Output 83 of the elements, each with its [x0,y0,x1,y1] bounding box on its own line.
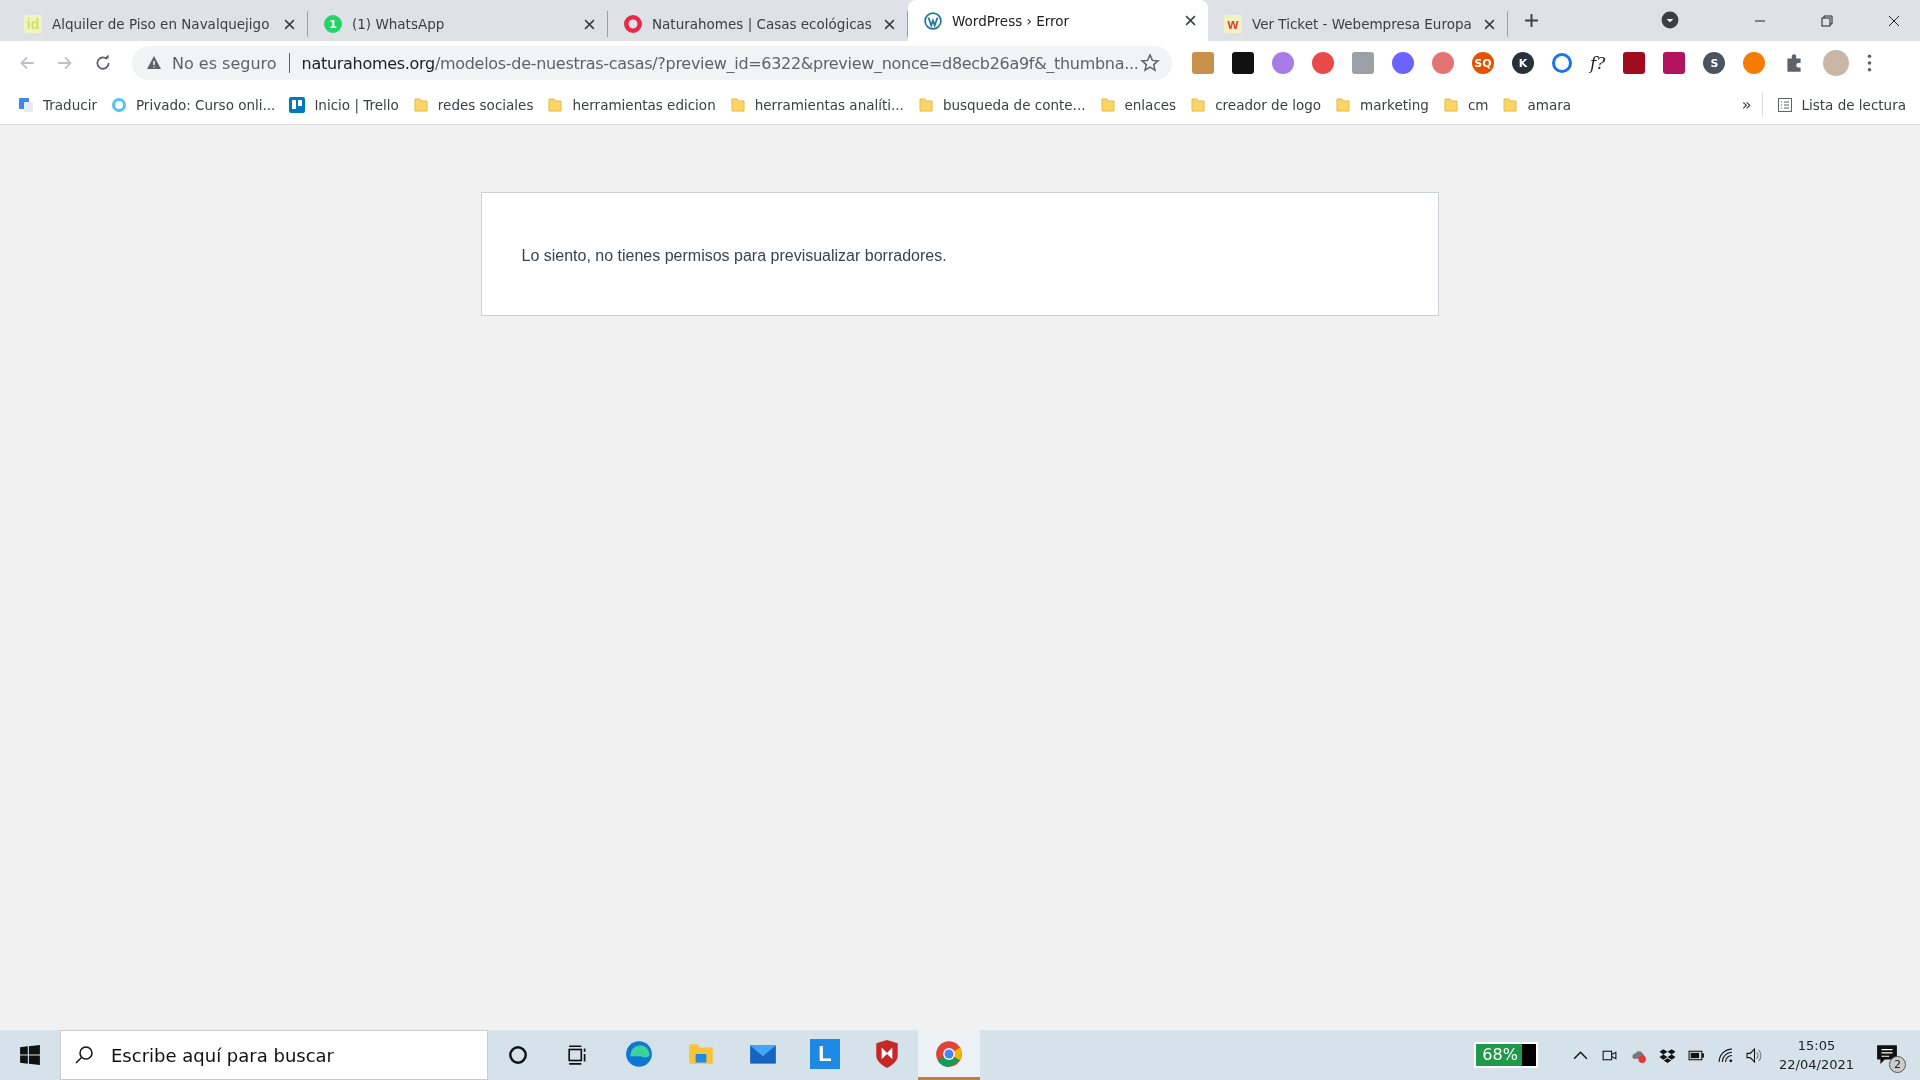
tab-title: Alquiler de Piso en Navalquejigo [52,16,271,32]
browser-icon [934,1038,964,1069]
extension-icon[interactable] [1312,52,1334,74]
extension-icon[interactable] [1232,52,1254,74]
dropbox-icon[interactable] [1659,1046,1677,1064]
clock-date: 22/04/2021 [1779,1057,1854,1072]
bookmark[interactable]: marketing [1335,96,1429,113]
bookmark[interactable]: creador de logo [1190,96,1322,113]
clock[interactable]: 15:05 22/04/2021 [1779,1038,1854,1072]
restore-icon[interactable] [1821,15,1833,27]
clock-time: 15:05 [1797,1038,1836,1053]
bookmark[interactable]: Privado: Curso onli... [110,96,276,113]
bookmark[interactable]: enlaces [1099,96,1177,113]
bookmark[interactable]: Traducir [18,96,97,113]
close-icon[interactable] [1888,15,1900,27]
extension-icon[interactable] [1663,52,1686,74]
new-tab-icon[interactable] [1524,13,1539,28]
translate-icon [18,96,34,113]
folder-icon [1502,96,1519,113]
bookmark[interactable]: herramientas analíti... [729,96,904,113]
bookmark[interactable]: busqueda de conte... [917,96,1086,113]
folder-icon [1190,96,1207,113]
folder-icon [1442,96,1459,113]
extension-icon[interactable]: S [1703,52,1726,74]
security-label: No es seguro [172,53,277,73]
windows-start-icon[interactable] [19,1044,41,1066]
bookmark[interactable]: herramientas edicion [547,96,716,113]
more-bookmarks-button[interactable]: » [1741,95,1752,114]
taskbar-app[interactable]: L [794,1030,856,1080]
tab-title: WordPress › Error [952,12,1071,29]
browser-icon [624,1038,654,1069]
site-icon [110,96,127,113]
taskbar-app[interactable] [918,1030,980,1080]
folder-icon [1099,96,1116,113]
extension-icon[interactable]: f? [1590,53,1606,73]
cortana-icon[interactable] [507,1044,529,1066]
star-icon[interactable] [1140,53,1160,73]
menu-icon[interactable] [1867,54,1873,72]
browser-tab[interactable]: WordPress › Error [908,0,1208,41]
list-icon [1776,96,1793,113]
extension-icon[interactable]: SQ [1472,52,1494,74]
tab-title: Naturahomes | Casas ecológicas [652,16,873,32]
tab-title: (1) WhatsApp [352,16,446,32]
folder-icon [917,96,934,113]
close-icon[interactable] [584,18,595,30]
browser-tab[interactable]: 1 (1) WhatsApp [308,11,608,37]
folder-icon [1335,96,1352,113]
taskbar-search-field[interactable]: Escribe aquí para buscar [60,1030,488,1080]
folder-icon [547,96,564,113]
url-text: naturahomes.org/modelos-de-nuestras-casas/?preview_id=6322&preview_nonce=d8ecb26a9f&_thumbna... [301,53,1140,73]
error-message: Lo siento, no tienes permisos para previsualizar borradores. [521,247,947,265]
bookmark[interactable]: amara [1502,96,1571,113]
notification-count: 2 [1889,1056,1906,1073]
notifications-button[interactable]: 2 [1876,1037,1906,1073]
extension-icon[interactable] [1552,53,1572,73]
bookmark[interactable]: Inicio | Trello [289,96,399,113]
speaker-icon[interactable] [1746,1046,1764,1064]
address-bar[interactable]: No es seguro naturahomes.org/modelos-de-nuestras-casas/?preview_id=6322&preview_nonce=d8ecb26a9f&_thumbna... [132,46,1172,80]
board-icon [289,96,306,113]
tab-search-icon[interactable] [1661,11,1679,29]
browser-tab[interactable]: w Ver Ticket - Webempresa Europa [1208,11,1508,37]
reload-icon[interactable] [94,54,112,72]
extension-icon[interactable] [1623,52,1646,74]
site-favicon: 1 [324,15,342,33]
site-favicon: id [24,15,42,33]
tab-title: Ver Ticket - Webempresa Europa [1252,16,1473,32]
folder-icon [412,96,429,113]
app-icon: L [810,1038,840,1069]
close-icon[interactable] [884,18,895,30]
close-icon[interactable] [284,18,295,30]
bookmark[interactable]: redes sociales [412,96,534,113]
extension-icon[interactable] [1392,52,1414,74]
close-icon[interactable] [1484,18,1495,30]
folder-icon [729,96,746,113]
warning-icon [146,55,162,71]
browser-tab[interactable]: Naturahomes | Casas ecológicas [608,11,908,37]
site-favicon: w [1224,15,1242,33]
bookmark[interactable]: cm [1442,96,1489,113]
close-icon[interactable] [1185,15,1196,26]
extension-icon[interactable]: K [1512,52,1534,74]
browser-tab[interactable]: id Alquiler de Piso en Navalquejigo [8,11,308,37]
reading-list-button[interactable]: Lista de lectura [1776,96,1906,113]
wifi-icon[interactable] [1717,1046,1735,1064]
